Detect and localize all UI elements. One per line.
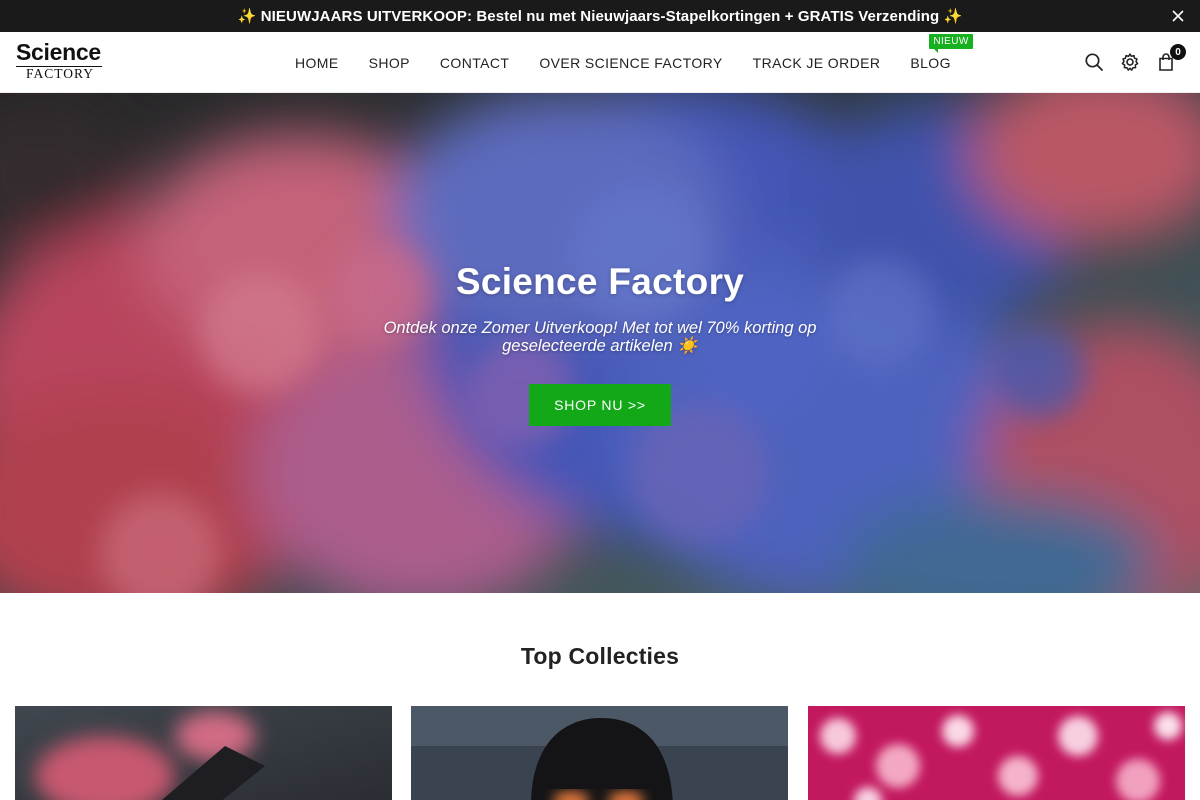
announcement-bar: ✨ NIEUWJAARS UITVERKOOP: Bestel nu met N… <box>0 0 1200 32</box>
nav-about[interactable]: OVER SCIENCE FACTORY <box>539 55 722 71</box>
nav-home[interactable]: HOME <box>295 55 339 71</box>
collection-card[interactable] <box>411 706 788 800</box>
logo-line1: Science <box>16 39 101 65</box>
collection-image <box>411 706 788 800</box>
shop-now-button[interactable]: SHOP NU >> <box>529 384 671 426</box>
collections-title: Top Collecties <box>520 643 680 669</box>
search-icon[interactable] <box>1084 52 1104 72</box>
announcement-text: ✨ NIEUWJAARS UITVERKOOP: Bestel nu met N… <box>237 8 963 25</box>
collection-card[interactable] <box>808 706 1185 800</box>
logo[interactable]: Science FACTORY <box>16 40 106 84</box>
hero-subtitle: Ontdek onze Zomer Uitverkoop! Met tot we… <box>383 319 817 355</box>
nav-blog[interactable]: BLOG NIEUW <box>910 33 973 71</box>
nav-blog-label: BLOG <box>910 54 951 71</box>
hero-title: Science Factory <box>455 261 745 302</box>
collection-card[interactable] <box>15 706 392 800</box>
collection-image <box>15 706 392 800</box>
nav-contact[interactable]: CONTACT <box>440 55 509 71</box>
site-header: Science FACTORY HOME SHOP CONTACT OVER S… <box>0 32 1200 93</box>
bag-icon[interactable]: 0 <box>1156 44 1186 72</box>
nav-track-order[interactable]: TRACK JE ORDER <box>753 55 881 71</box>
gear-icon[interactable] <box>1120 52 1140 72</box>
new-badge: NIEUW <box>929 33 973 53</box>
cart-count-badge: 0 <box>1170 44 1186 60</box>
main-nav: HOME SHOP CONTACT OVER SCIENCE FACTORY T… <box>280 32 973 93</box>
hero-banner: Science Factory Ontdek onze Zomer Uitver… <box>0 93 1200 593</box>
collection-image <box>808 706 1185 800</box>
logo-line2: FACTORY <box>26 66 95 81</box>
nav-shop[interactable]: SHOP <box>369 55 410 71</box>
close-icon[interactable] <box>1170 8 1186 24</box>
